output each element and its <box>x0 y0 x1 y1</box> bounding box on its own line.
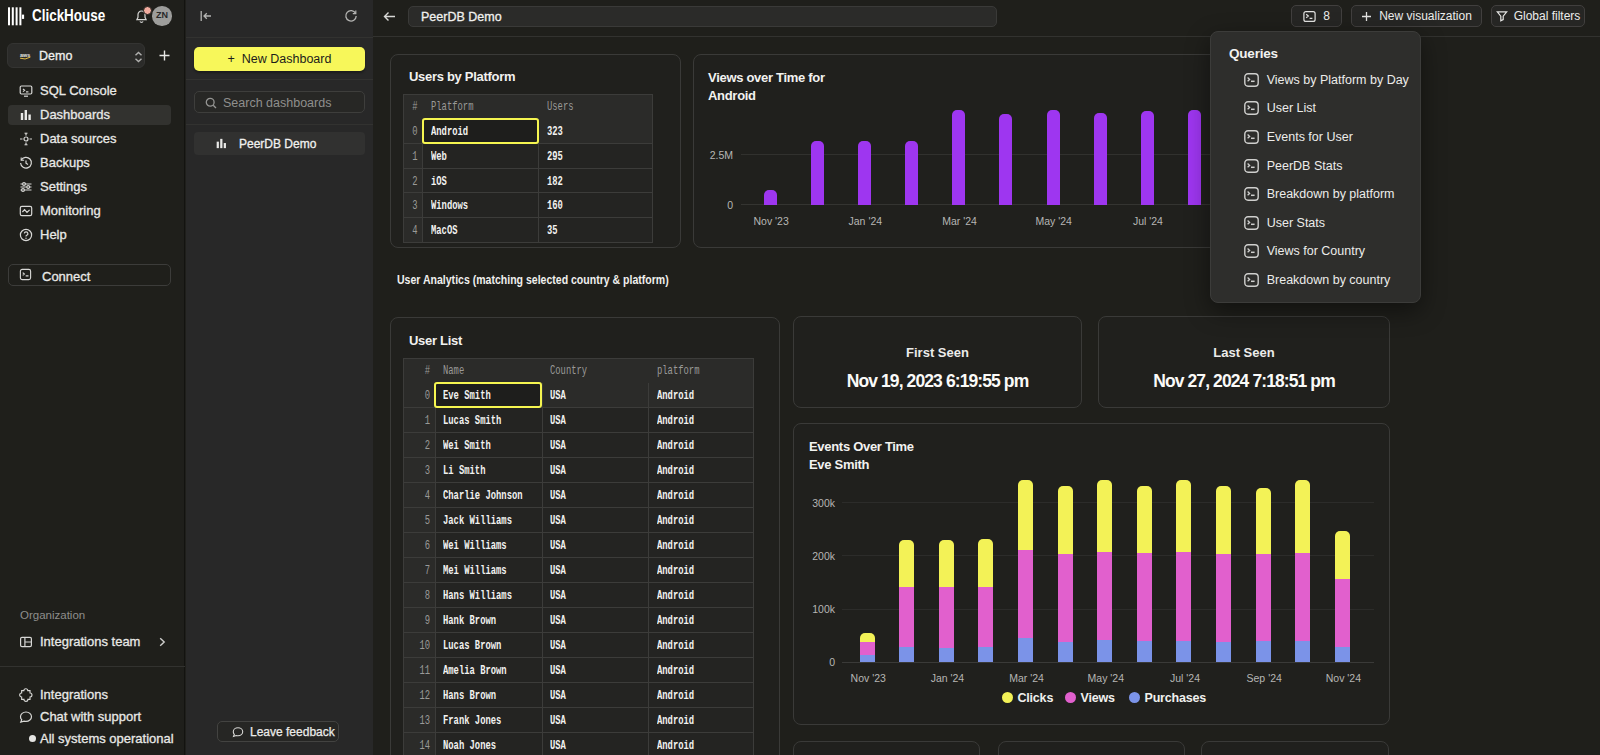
svg-text:aws: aws <box>20 52 30 58</box>
